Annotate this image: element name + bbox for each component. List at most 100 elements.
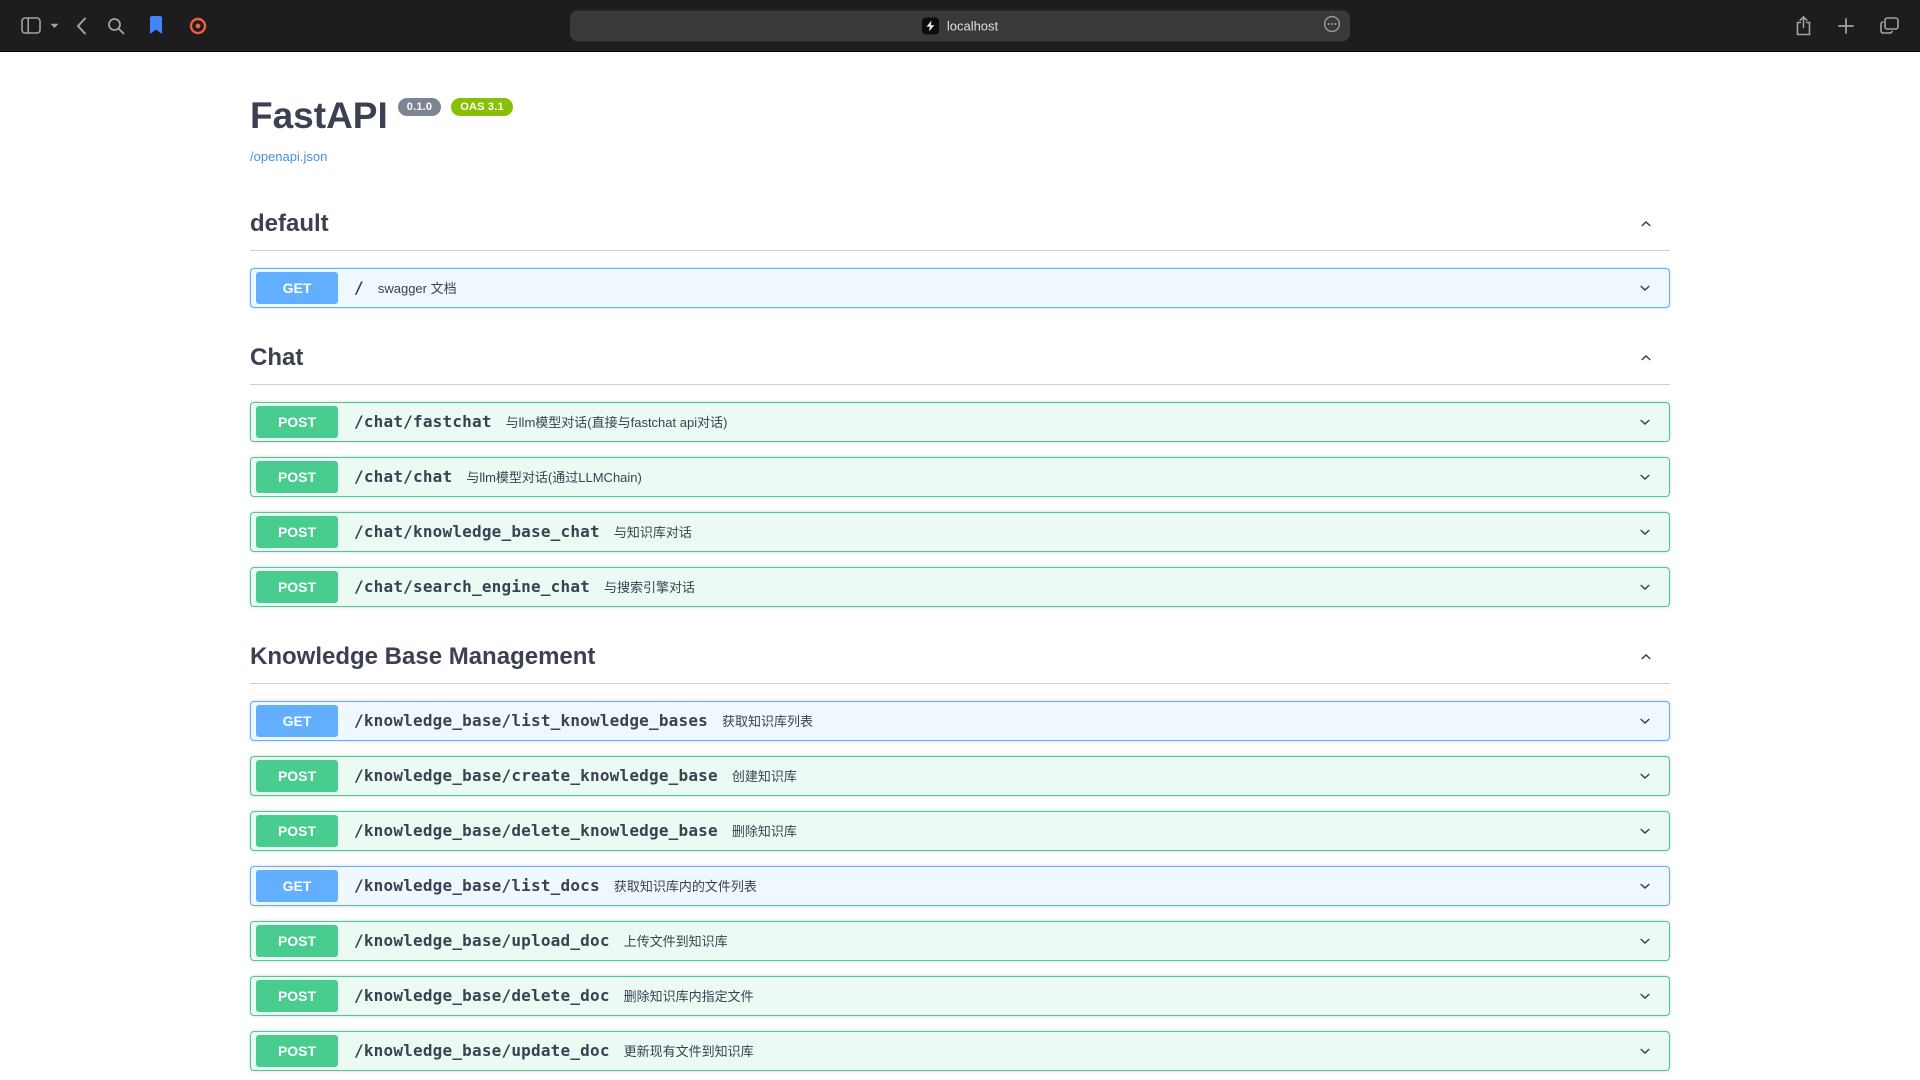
- operation-expand-button[interactable]: [1635, 711, 1655, 731]
- chevron-up-icon: [1636, 214, 1656, 234]
- method-badge: POST: [256, 571, 338, 603]
- operation-expand-button[interactable]: [1635, 821, 1655, 841]
- orange-record-icon: [187, 15, 209, 37]
- chevron-down-icon: [1635, 711, 1655, 731]
- operation-path: /chat/fastchat: [354, 412, 492, 431]
- operation-path: /knowledge_base/upload_doc: [354, 931, 610, 950]
- operation-expand-button[interactable]: [1635, 1041, 1655, 1061]
- operation-row[interactable]: POST /knowledge_base/update_doc 更新现有文件到知…: [250, 1031, 1670, 1071]
- chevron-down-icon: [1635, 931, 1655, 951]
- section-title: Chat: [250, 344, 303, 372]
- api-sections: default GET / swagger 文档 Chat: [250, 204, 1670, 1080]
- method-badge: POST: [256, 406, 338, 438]
- page-favicon-bolt-icon: [922, 17, 939, 34]
- operation-expand-button[interactable]: [1635, 467, 1655, 487]
- page-title: FastAPI 0.1.0 OAS 3.1: [250, 96, 1670, 137]
- operation-row[interactable]: POST /knowledge_base/delete_knowledge_ba…: [250, 811, 1670, 851]
- search-icon: [107, 17, 125, 35]
- back-button[interactable]: [73, 14, 90, 38]
- orange-record-button[interactable]: [184, 12, 212, 40]
- operation-path: /knowledge_base/update_doc: [354, 1041, 610, 1060]
- operation-summary: 获取知识库内的文件列表: [614, 876, 757, 895]
- chevron-down-icon: [1635, 821, 1655, 841]
- method-badge: POST: [256, 516, 338, 548]
- api-section: default GET / swagger 文档: [250, 204, 1670, 308]
- method-badge: POST: [256, 461, 338, 493]
- extensions-ellipsis-icon: [1323, 15, 1341, 36]
- oas-badge: OAS 3.1: [451, 98, 513, 116]
- operation-expand-button[interactable]: [1635, 577, 1655, 597]
- share-icon: [1795, 16, 1812, 36]
- operation-row[interactable]: POST /chat/knowledge_base_chat 与知识库对话: [250, 512, 1670, 552]
- tab-overview-button[interactable]: [1877, 14, 1902, 37]
- section-title: Knowledge Base Management: [250, 643, 595, 671]
- blue-app-button[interactable]: [142, 12, 170, 40]
- new-tab-button[interactable]: [1835, 15, 1857, 37]
- section-collapse-button[interactable]: [1636, 647, 1656, 667]
- method-badge: POST: [256, 815, 338, 847]
- operation-summary: 删除知识库: [732, 821, 797, 840]
- operation-row[interactable]: POST /knowledge_base/delete_doc 删除知识库内指定…: [250, 976, 1670, 1016]
- operation-row[interactable]: POST /chat/search_engine_chat 与搜索引擎对话: [250, 567, 1670, 607]
- operation-path: /chat/knowledge_base_chat: [354, 522, 600, 541]
- method-badge: POST: [256, 1035, 338, 1067]
- operation-summary: 创建知识库: [732, 766, 797, 785]
- chevron-down-icon: [1635, 1041, 1655, 1061]
- operation-path: /: [354, 278, 364, 297]
- toolbar-left-group: [18, 12, 212, 40]
- method-badge: GET: [256, 272, 338, 304]
- chevron-down-icon: [1635, 876, 1655, 896]
- method-badge: POST: [256, 925, 338, 957]
- operation-expand-button[interactable]: [1635, 278, 1655, 298]
- blue-app-icon: [145, 15, 167, 37]
- browser-toolbar: localhost: [0, 0, 1920, 52]
- toolbar-chevron-down-icon: [50, 23, 59, 29]
- chevron-up-icon: [1636, 348, 1656, 368]
- operation-row[interactable]: GET /knowledge_base/list_docs 获取知识库内的文件列…: [250, 866, 1670, 906]
- back-icon: [76, 17, 87, 35]
- operation-summary: 与llm模型对话(通过LLMChain): [466, 467, 642, 486]
- search-button[interactable]: [104, 14, 128, 38]
- operation-expand-button[interactable]: [1635, 522, 1655, 542]
- api-title-text: FastAPI: [250, 96, 388, 137]
- operation-expand-button[interactable]: [1635, 412, 1655, 432]
- operation-expand-button[interactable]: [1635, 931, 1655, 951]
- operation-row[interactable]: GET / swagger 文档: [250, 268, 1670, 308]
- section-header[interactable]: Chat: [250, 338, 1670, 385]
- section-title: default: [250, 210, 329, 238]
- operation-list: GET /knowledge_base/list_knowledge_bases…: [250, 684, 1670, 1080]
- sidebar-toggle-button[interactable]: [18, 14, 44, 37]
- section-header[interactable]: default: [250, 204, 1670, 251]
- method-badge: GET: [256, 870, 338, 902]
- chevron-down-icon: [1635, 412, 1655, 432]
- operation-summary: 与llm模型对话(直接与fastchat api对话): [506, 412, 728, 431]
- operation-row[interactable]: GET /knowledge_base/list_knowledge_bases…: [250, 701, 1670, 741]
- operation-expand-button[interactable]: [1635, 766, 1655, 786]
- share-button[interactable]: [1792, 13, 1815, 39]
- operation-row[interactable]: POST /knowledge_base/upload_doc 上传文件到知识库: [250, 921, 1670, 961]
- chevron-down-icon: [1635, 577, 1655, 597]
- operation-path: /knowledge_base/list_knowledge_bases: [354, 711, 708, 730]
- section-header[interactable]: Knowledge Base Management: [250, 637, 1670, 684]
- address-bar[interactable]: localhost: [570, 10, 1350, 41]
- section-collapse-button[interactable]: [1636, 348, 1656, 368]
- operation-path: /knowledge_base/list_docs: [354, 876, 600, 895]
- toolbar-right-group: [1792, 13, 1902, 39]
- chevron-down-icon: [1635, 278, 1655, 298]
- operation-expand-button[interactable]: [1635, 876, 1655, 896]
- operation-row[interactable]: POST /knowledge_base/create_knowledge_ba…: [250, 756, 1670, 796]
- operation-row[interactable]: POST /chat/chat 与llm模型对话(通过LLMChain): [250, 457, 1670, 497]
- address-bar-url: localhost: [947, 18, 998, 33]
- section-collapse-button[interactable]: [1636, 214, 1656, 234]
- operation-list: POST /chat/fastchat 与llm模型对话(直接与fastchat…: [250, 385, 1670, 607]
- page-settings-button[interactable]: [1323, 15, 1341, 36]
- operation-path: /chat/search_engine_chat: [354, 577, 590, 596]
- openapi-spec-link[interactable]: /openapi.json: [250, 149, 327, 164]
- operation-path: /knowledge_base/create_knowledge_base: [354, 766, 718, 785]
- operation-expand-button[interactable]: [1635, 986, 1655, 1006]
- operation-path: /knowledge_base/delete_knowledge_base: [354, 821, 718, 840]
- operation-row[interactable]: POST /chat/fastchat 与llm模型对话(直接与fastchat…: [250, 402, 1670, 442]
- operation-path: /chat/chat: [354, 467, 452, 486]
- sidebar-menu-button[interactable]: [50, 23, 59, 29]
- chevron-down-icon: [1635, 986, 1655, 1006]
